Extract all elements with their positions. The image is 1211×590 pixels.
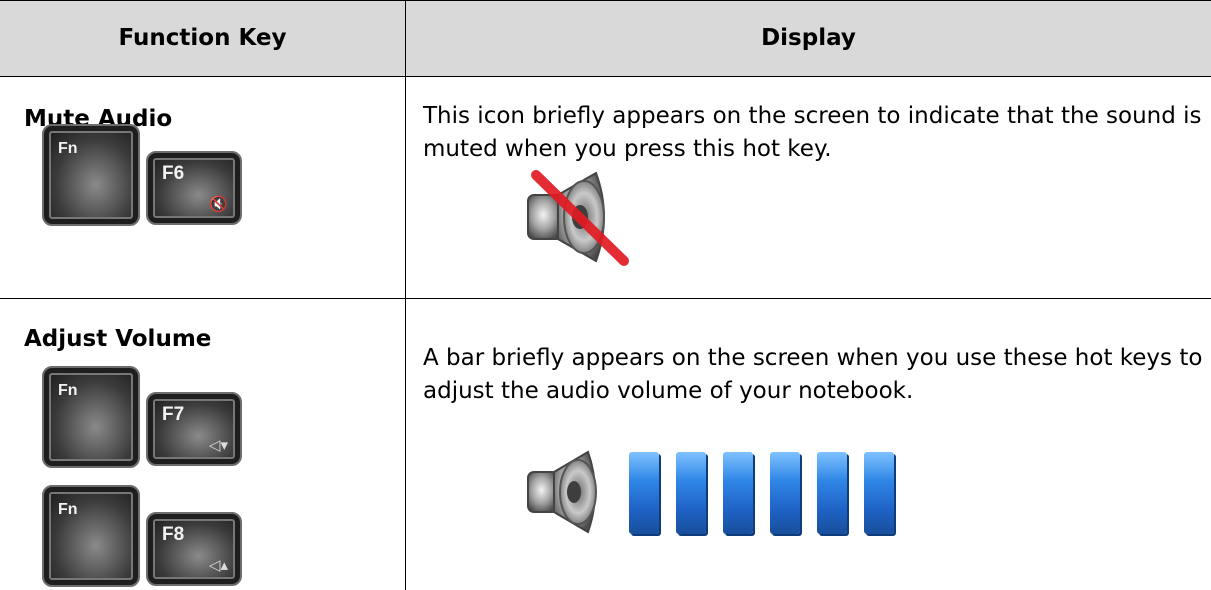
volume-segment xyxy=(723,452,753,534)
fn-key: Fn xyxy=(42,485,140,587)
fn-key: Fn xyxy=(42,366,140,468)
volume-down-icon: ◁▾ xyxy=(208,436,228,454)
key-label: Fn xyxy=(58,382,78,399)
table-top-border xyxy=(0,0,1211,1)
volume-segment xyxy=(629,452,659,534)
volume-segment xyxy=(817,452,847,534)
key-label: Fn xyxy=(58,501,78,518)
volume-segment xyxy=(676,452,706,534)
volume-segment xyxy=(770,452,800,534)
fn-key: Fn xyxy=(42,124,140,226)
row-title-adjust-volume: Adjust Volume xyxy=(24,326,212,352)
f8-key: F8 ◁▴ xyxy=(146,512,242,586)
muted-speaker-icon xyxy=(527,170,629,266)
mute-speaker-icon: 🔇 xyxy=(209,195,228,213)
header-divider xyxy=(0,76,1211,77)
row-divider xyxy=(0,298,1211,299)
f7-key: F7 ◁▾ xyxy=(146,392,242,466)
row-description-mute-audio: This icon briefly appears on the screen … xyxy=(423,103,1202,162)
key-label: F6 xyxy=(162,163,185,184)
header-display: Display xyxy=(406,0,1211,76)
volume-segment xyxy=(864,452,894,534)
key-label: Fn xyxy=(58,140,78,157)
column-divider xyxy=(405,0,406,590)
f6-key: F6 🔇 xyxy=(146,151,242,225)
header-function-key: Function Key xyxy=(0,0,405,76)
row-description-adjust-volume: A bar briefly appears on the screen when… xyxy=(423,345,1203,404)
function-key-table: Function Key Display Mute Audio Fn F6 🔇 … xyxy=(0,0,1211,590)
speaker-icon xyxy=(527,450,597,534)
key-label: F7 xyxy=(162,404,185,425)
key-label: F8 xyxy=(162,524,185,545)
volume-up-icon: ◁▴ xyxy=(208,556,228,574)
